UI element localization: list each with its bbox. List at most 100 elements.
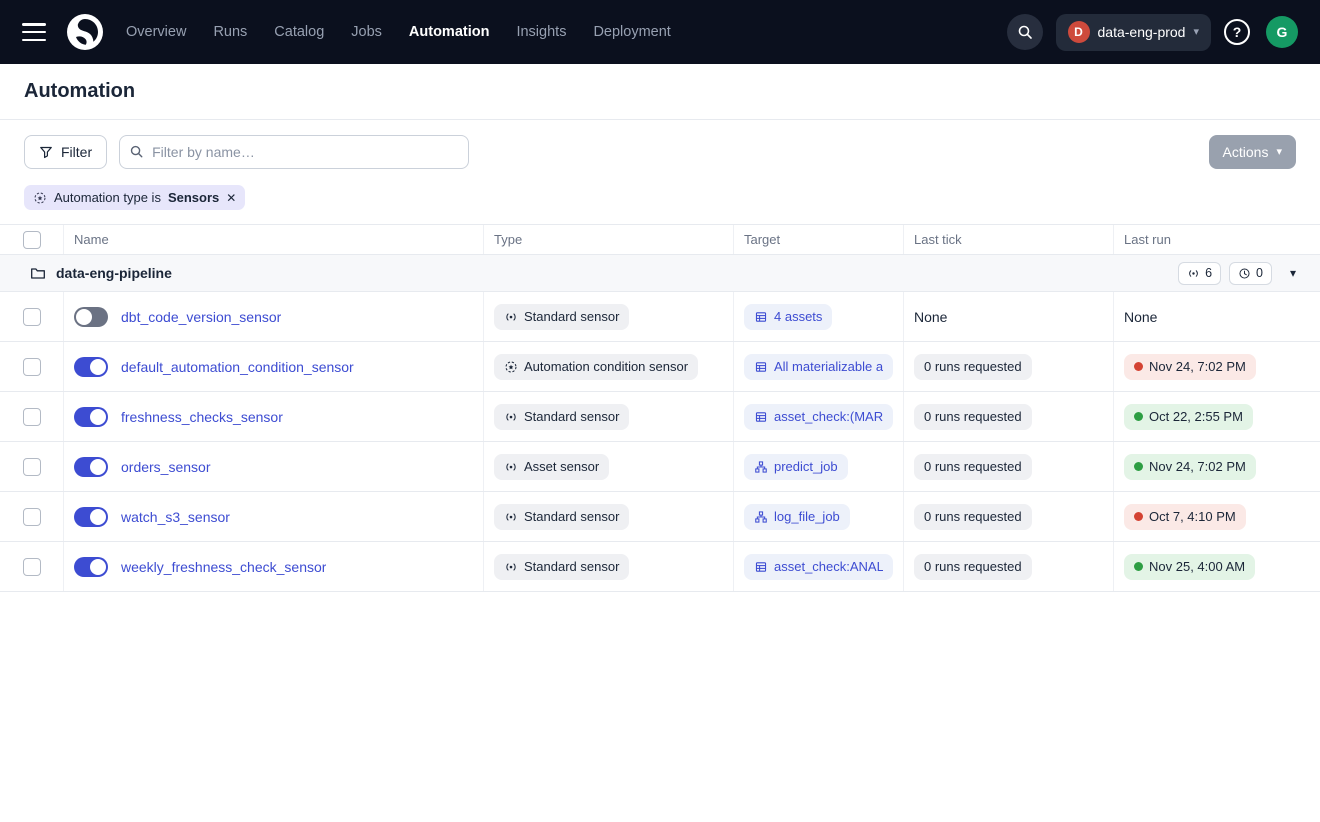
select-all-checkbox[interactable] <box>23 231 41 249</box>
column-header-last-run: Last run <box>1114 225 1320 254</box>
schedule-count-badge: 0 <box>1229 262 1272 285</box>
asset-icon <box>754 310 768 324</box>
hamburger-menu-icon[interactable] <box>22 23 46 41</box>
row-checkbox-cell <box>0 292 64 341</box>
dagster-logo[interactable] <box>66 13 104 51</box>
automation-type-icon <box>33 191 47 205</box>
sensor-toggle[interactable] <box>74 457 108 477</box>
row-target-cell: log_file_job <box>734 492 904 541</box>
search-input[interactable] <box>119 135 469 169</box>
row-target-cell: 4 assets <box>734 292 904 341</box>
row-checkbox[interactable] <box>23 508 41 526</box>
sensor-toggle[interactable] <box>74 557 108 577</box>
close-icon[interactable]: ✕ <box>226 191 236 205</box>
filter-button[interactable]: Filter <box>24 135 107 169</box>
user-avatar[interactable]: G <box>1266 16 1298 48</box>
type-chip: Automation condition sensor <box>494 354 698 380</box>
row-last-run-cell: Oct 22, 2:55 PM <box>1114 392 1320 441</box>
deployment-badge: D <box>1068 21 1090 43</box>
sensor-toggle[interactable] <box>74 407 108 427</box>
run-status-dot <box>1134 462 1143 471</box>
table-row: dbt_code_version_sensor Standard sensor <box>0 292 1320 342</box>
last-run-time: Oct 22, 2:55 PM <box>1149 409 1243 424</box>
row-target-cell: asset_check:(MARK… <box>734 392 904 441</box>
last-tick-value: 0 runs requested <box>914 504 1032 530</box>
sensor-name-link[interactable]: freshness_checks_sensor <box>121 409 283 425</box>
target-chip[interactable]: asset_check:ANALY… <box>744 554 893 580</box>
name-filter <box>119 135 469 169</box>
row-checkbox-cell <box>0 492 64 541</box>
nav-item-insights[interactable]: Insights <box>516 24 566 40</box>
sensor-name-link[interactable]: weekly_freshness_check_sensor <box>121 559 326 575</box>
row-checkbox[interactable] <box>23 358 41 376</box>
repo-group-row[interactable]: data-eng-pipeline 6 0 ▾ <box>0 255 1320 292</box>
last-tick-value: 0 runs requested <box>914 354 1032 380</box>
type-chip-label: Automation condition sensor <box>524 359 688 374</box>
last-run-chip[interactable]: Oct 22, 2:55 PM <box>1124 404 1253 430</box>
table-row: watch_s3_sensor Standard sensor <box>0 492 1320 542</box>
sensor-count: 6 <box>1205 266 1212 280</box>
row-target-cell: asset_check:ANALY… <box>734 542 904 591</box>
sensor-toggle[interactable] <box>74 357 108 377</box>
asset-icon <box>754 560 768 574</box>
type-chip-label: Standard sensor <box>524 559 619 574</box>
sensor-toggle[interactable] <box>74 507 108 527</box>
deployment-switcher[interactable]: D data-eng-prod ▾ <box>1056 14 1211 51</box>
target-chip[interactable]: asset_check:(MARK… <box>744 404 893 430</box>
last-tick-value: None <box>914 309 947 325</box>
type-chip-label: Standard sensor <box>524 309 619 324</box>
run-status-dot <box>1134 362 1143 371</box>
row-checkbox-cell <box>0 342 64 391</box>
nav-item-deployment[interactable]: Deployment <box>593 24 670 40</box>
target-chip[interactable]: 4 assets <box>744 304 832 330</box>
target-chip-label: predict_job <box>774 459 838 474</box>
nav-item-jobs[interactable]: Jobs <box>351 24 382 40</box>
actions-button[interactable]: Actions ▾ <box>1209 135 1296 169</box>
filter-tag-value: Sensors <box>168 190 219 205</box>
chevron-down-icon: ▾ <box>1193 27 1199 38</box>
target-chip[interactable]: log_file_job <box>744 504 850 530</box>
sensor-name-link[interactable]: watch_s3_sensor <box>121 509 230 525</box>
row-last-run-cell: Nov 24, 7:02 PM <box>1114 442 1320 491</box>
group-collapse-chevron-icon[interactable]: ▾ <box>1290 266 1296 280</box>
row-checkbox[interactable] <box>23 308 41 326</box>
help-icon[interactable]: ? <box>1224 19 1250 45</box>
row-last-run-cell: None <box>1114 292 1320 341</box>
nav-item-catalog[interactable]: Catalog <box>274 24 324 40</box>
row-target-cell: All materializable a… <box>734 342 904 391</box>
row-checkbox[interactable] <box>23 408 41 426</box>
last-run-chip[interactable]: Oct 7, 4:10 PM <box>1124 504 1246 530</box>
page-header: Automation <box>0 64 1320 120</box>
sensor-name-link[interactable]: dbt_code_version_sensor <box>121 309 281 325</box>
sensor-icon <box>504 560 518 574</box>
row-checkbox[interactable] <box>23 458 41 476</box>
global-search-button[interactable] <box>1007 14 1043 50</box>
nav-item-automation[interactable]: Automation <box>409 24 490 40</box>
table-header: Name Type Target Last tick Last run <box>0 225 1320 255</box>
last-run-chip[interactable]: Nov 24, 7:02 PM <box>1124 454 1256 480</box>
row-checkbox[interactable] <box>23 558 41 576</box>
sensor-toggle[interactable] <box>74 307 108 327</box>
nav-item-overview[interactable]: Overview <box>126 24 186 40</box>
header-checkbox-cell <box>0 225 64 254</box>
sensor-icon <box>504 460 518 474</box>
last-run-chip[interactable]: Nov 24, 7:02 PM <box>1124 354 1256 380</box>
target-chip[interactable]: All materializable a… <box>744 354 893 380</box>
sensor-name-link[interactable]: orders_sensor <box>121 459 211 475</box>
repo-group-name: data-eng-pipeline <box>56 265 172 281</box>
nav-item-runs[interactable]: Runs <box>213 24 247 40</box>
type-chip: Standard sensor <box>494 504 629 530</box>
last-tick-value: 0 runs requested <box>914 454 1032 480</box>
type-chip-label: Asset sensor <box>524 459 599 474</box>
type-chip-label: Standard sensor <box>524 409 619 424</box>
row-last-tick-cell: 0 runs requested <box>904 342 1114 391</box>
sensor-icon <box>1187 267 1200 280</box>
sensor-name-link[interactable]: default_automation_condition_sensor <box>121 359 354 375</box>
clock-icon <box>1238 267 1251 280</box>
target-chip[interactable]: predict_job <box>744 454 848 480</box>
row-checkbox-cell <box>0 542 64 591</box>
last-run-chip[interactable]: Nov 25, 4:00 AM <box>1124 554 1255 580</box>
asset-icon <box>754 360 768 374</box>
row-last-tick-cell: 0 runs requested <box>904 492 1114 541</box>
search-icon <box>1017 24 1033 40</box>
